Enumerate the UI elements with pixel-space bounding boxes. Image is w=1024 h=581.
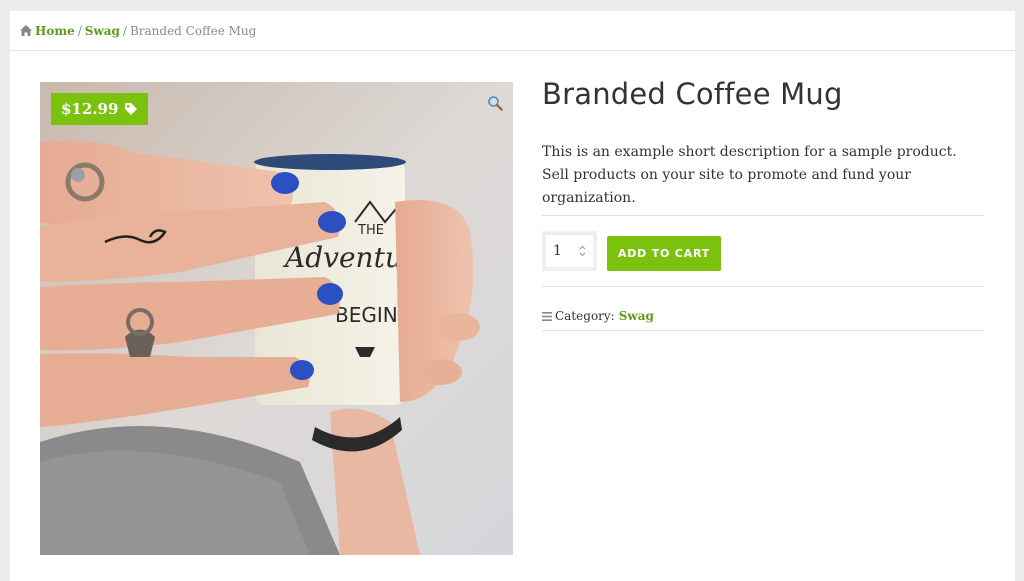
category-swag-link[interactable]: Swag [619, 309, 654, 323]
page: Home / Swag / Branded Coffee Mug THE Adv… [10, 11, 1015, 581]
product-photo: THE Adventure BEGINS [40, 82, 513, 555]
product-title: Branded Coffee Mug [542, 77, 843, 111]
tag-icon [125, 103, 138, 115]
breadcrumb-swag-link[interactable]: Swag [85, 24, 120, 38]
price-value: $12.99 [61, 100, 119, 118]
price-badge: $12.99 [51, 93, 149, 125]
breadcrumb-home-link[interactable]: Home [35, 24, 75, 38]
breadcrumb-current: Branded Coffee Mug [129, 23, 257, 38]
magnifier-icon[interactable] [487, 95, 503, 111]
divider [542, 215, 984, 216]
breadcrumb-separator: / [77, 23, 82, 38]
breadcrumb: Home / Swag / Branded Coffee Mug [10, 11, 1015, 51]
product-category: Category: Swag [542, 309, 654, 323]
add-to-cart-button[interactable]: ADD TO CART [607, 236, 721, 271]
mug-text: THE [357, 223, 384, 238]
quantity-stepper[interactable] [542, 231, 597, 271]
divider [542, 286, 984, 287]
product-short-description: This is an example short description for… [542, 144, 957, 206]
list-icon [542, 311, 552, 321]
divider [542, 330, 984, 331]
home-icon [20, 25, 32, 36]
breadcrumb-separator: / [122, 23, 127, 38]
stepper-arrows-icon[interactable] [579, 245, 586, 257]
product-image[interactable]: THE Adventure BEGINS $12.99 [40, 82, 513, 555]
category-label: Category: [555, 309, 615, 323]
